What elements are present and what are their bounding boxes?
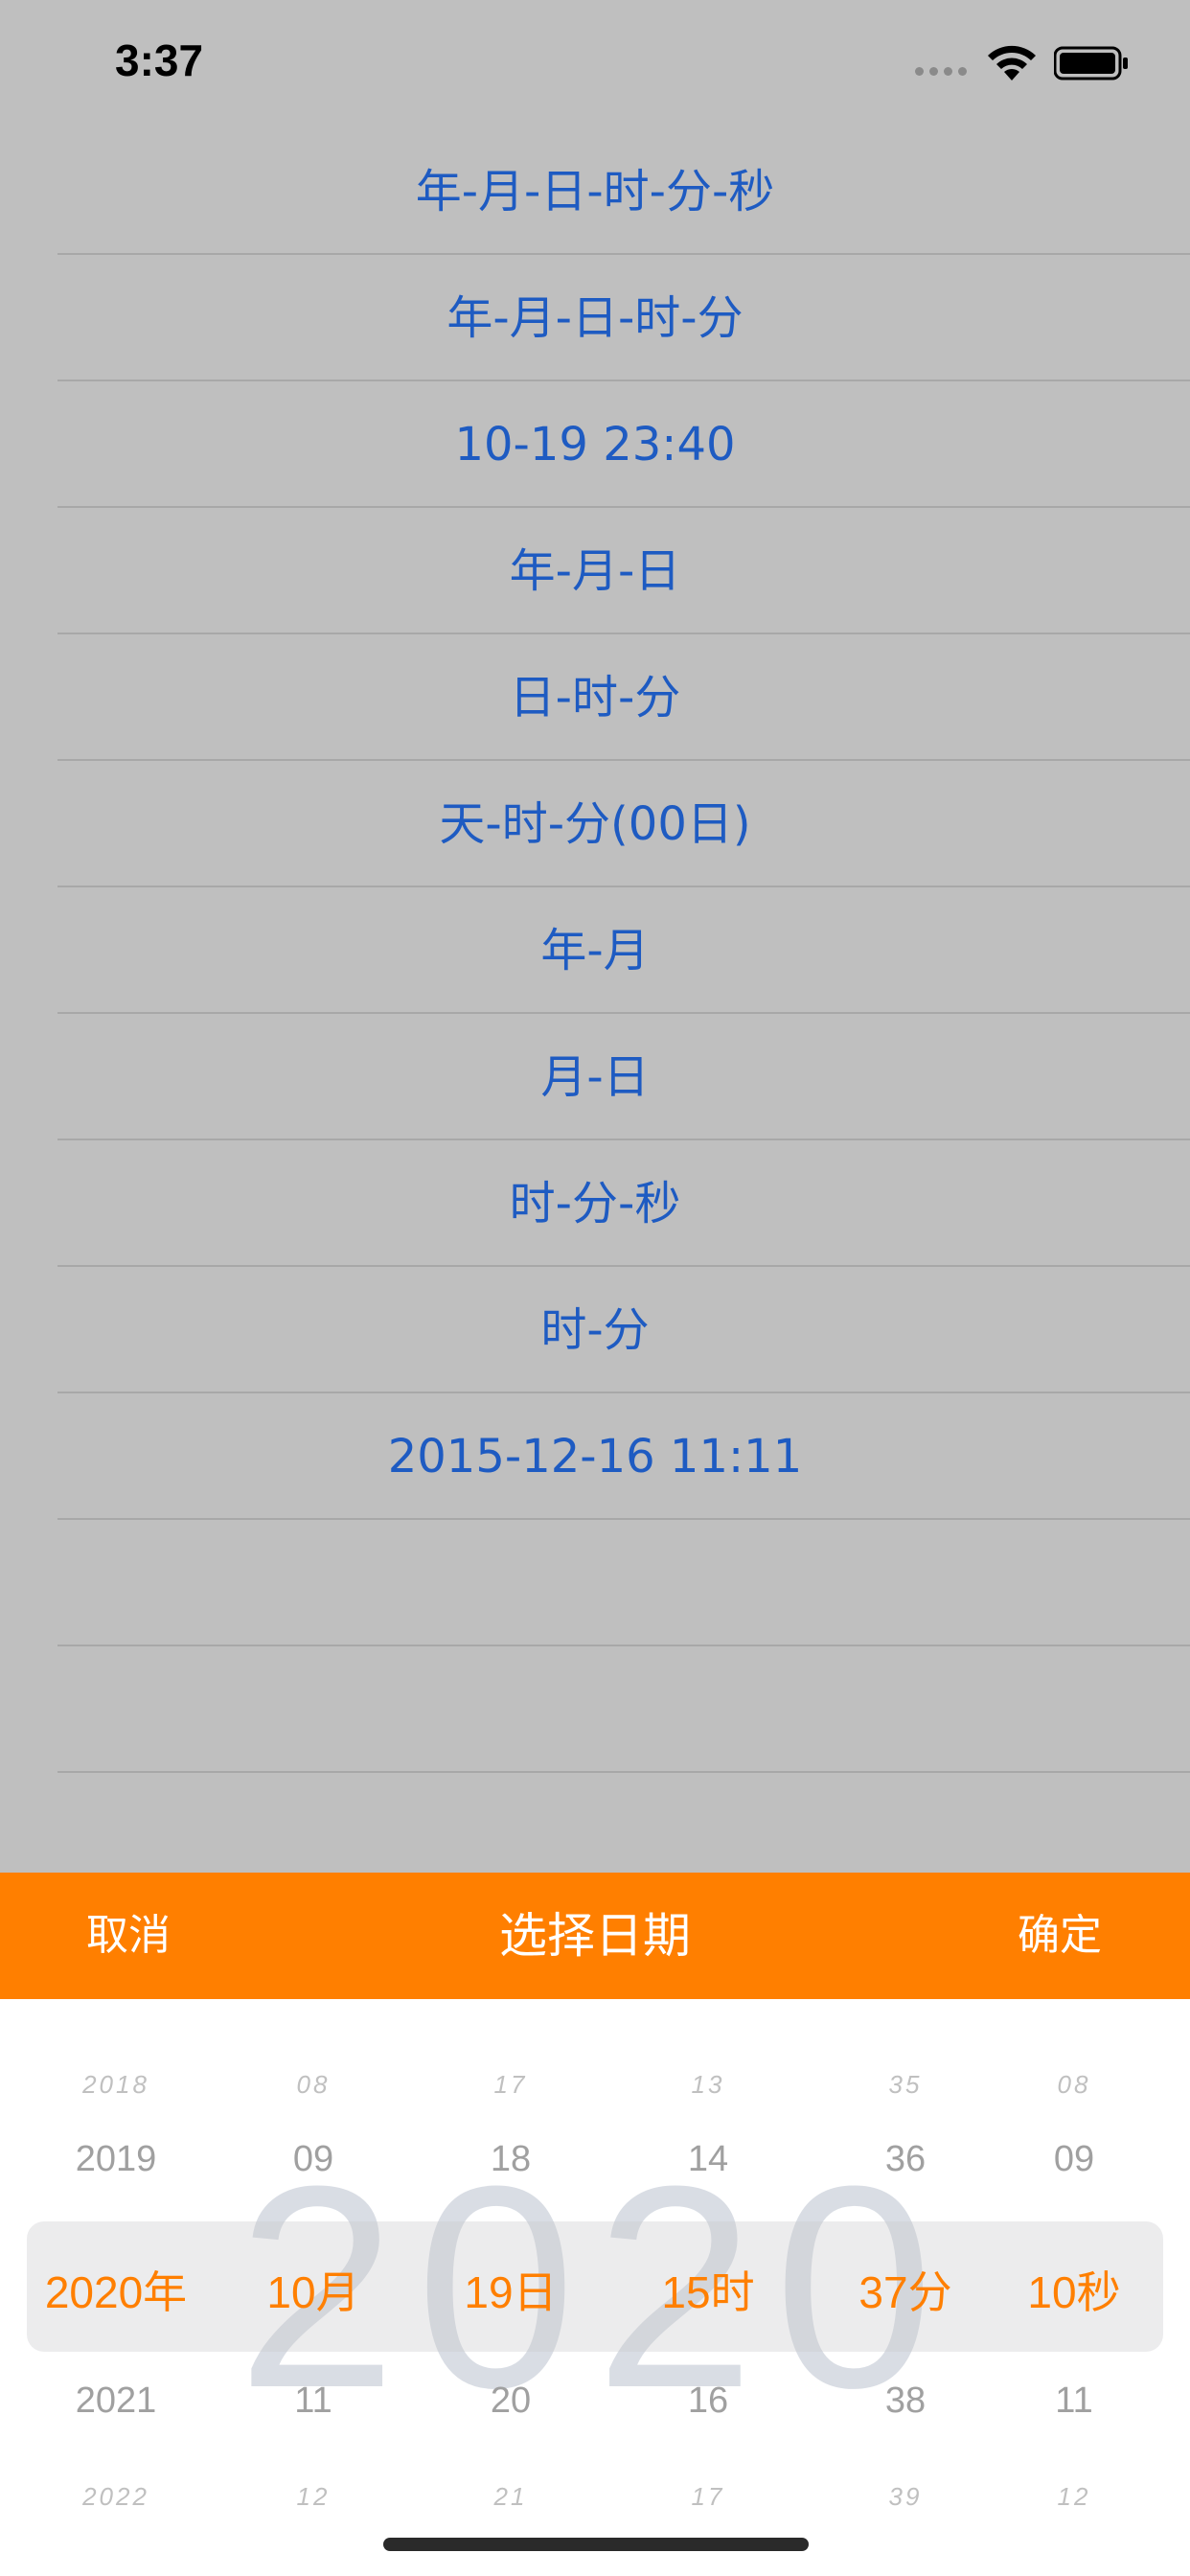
list-item-label [0,1646,1190,1773]
list-item[interactable]: 时-分-秒 [57,1140,1190,1267]
wheel-item: 17 [493,2070,528,2099]
list-item[interactable]: 日-时-分 [57,634,1190,761]
home-indicator[interactable] [383,2538,809,2551]
list-item[interactable]: 时-分 [57,1267,1190,1393]
list-item[interactable]: 年-月-日-时-分-秒 [57,128,1190,255]
confirm-button[interactable]: 确定 [1018,1873,1102,1999]
wheel-item: 11 [1055,2380,1093,2421]
hour-wheel[interactable]: 13 14 15时 16 17 [609,1999,807,2576]
list-item[interactable]: 2015-12-16 11:11 [57,1393,1190,1520]
wheel-item: 2022 [82,2482,149,2511]
wheel-item: 08 [1057,2070,1091,2099]
wheel-item: 18 [490,2139,532,2179]
list-item[interactable]: 10-19 23:40 [57,381,1190,508]
list-item-label [0,1520,1190,1646]
wheel-item: 2018 [82,2070,149,2099]
wheel-item: 09 [292,2139,334,2179]
list-item-label: 10-19 23:40 [454,418,736,472]
list-item[interactable]: 年-月-日 [57,508,1190,634]
wheel-item-selected: 10秒 [1027,2267,1121,2317]
list-item-label: 时-分 [540,1303,650,1357]
wheel-item: 16 [687,2380,729,2421]
month-wheel[interactable]: 08 09 10月 11 12 [215,1999,412,2576]
wifi-icon [988,45,1036,80]
list-item-label: 月-日 [540,1050,650,1104]
wheel-item: 14 [687,2139,729,2179]
list-item[interactable] [57,1646,1190,1773]
list-item[interactable]: 月-日 [57,1014,1190,1140]
list-item-label: 年-月-日-时-分 [446,291,744,345]
list-item[interactable]: 天-时-分(00日) [57,761,1190,887]
wheel-item: 2019 [75,2139,157,2179]
wheel-item: 12 [296,2482,331,2511]
wheel-item: 12 [1057,2482,1091,2511]
picker-toolbar: 取消 选择日期 确定 [0,1873,1190,1999]
wheel-item: 11 [294,2380,332,2421]
wheel-item: 2021 [75,2380,157,2421]
list-item-label: 年-月-日 [509,544,681,598]
list-item-label: 日-时-分 [509,671,681,724]
date-picker: 2020 2018 2019 2020年 2021 2022 08 09 10月… [0,1999,1190,2576]
list-item[interactable]: 年-月-日-时-分 [57,255,1190,381]
wheel-item-selected: 19日 [464,2267,558,2317]
wheel-item: 20 [490,2380,532,2421]
list-item[interactable] [57,1520,1190,1646]
battery-icon [1054,46,1128,80]
wheel-item: 09 [1053,2139,1095,2179]
list-item-label: 2015-12-16 11:11 [387,1430,803,1484]
second-wheel[interactable]: 08 09 10秒 11 12 [975,1999,1173,2576]
list-item-label: 年-月-日-时-分-秒 [415,165,775,218]
cellular-signal-icon [915,67,967,76]
day-wheel[interactable]: 17 18 19日 20 21 [412,1999,609,2576]
wheel-item: 17 [691,2482,725,2511]
list-item-label: 天-时-分(00日) [439,797,751,851]
picker-title: 选择日期 [499,1908,691,1964]
list-item[interactable]: 年-月 [57,887,1190,1014]
list-item-label: 时-分-秒 [509,1177,681,1230]
wheel-item-selected: 2020年 [44,2267,188,2317]
wheel-item: 13 [691,2070,725,2099]
format-list: 年-月-日-时-分-秒 年-月-日-时-分 10-19 23:40 年-月-日 … [0,128,1190,1773]
year-wheel[interactable]: 2018 2019 2020年 2021 2022 [17,1999,215,2576]
status-bar: 3:37 [0,0,1190,134]
wheel-item-selected: 10月 [266,2267,360,2317]
status-time: 3:37 [115,35,204,85]
wheel-item-selected: 15时 [661,2267,755,2317]
wheel-item: 08 [296,2070,331,2099]
wheel-item: 21 [493,2482,528,2511]
list-item-label: 年-月 [540,924,650,978]
